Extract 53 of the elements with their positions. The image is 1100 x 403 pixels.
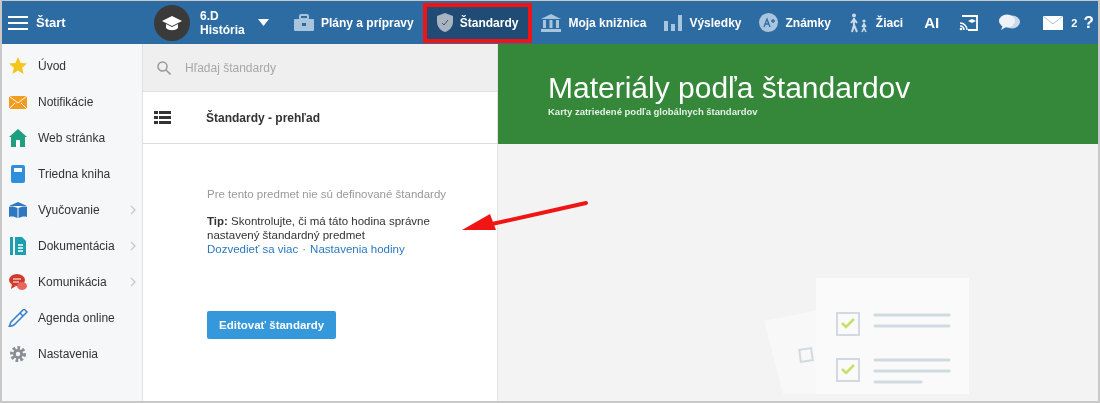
- sidebar-item[interactable]: Agenda online: [2, 300, 142, 336]
- briefcase-icon: [294, 13, 314, 32]
- star-icon: [8, 57, 28, 75]
- empty-message: Pre tento predmet nie sú definované štandardy: [207, 188, 448, 200]
- overview-item[interactable]: Štandardy - prehľad: [143, 92, 497, 144]
- tip-text: Tip: Skontrolujte, či má táto hodina správne nastavený štandardný predmet: [207, 214, 431, 242]
- sidebar-item[interactable]: Dokumentácia: [2, 228, 142, 264]
- nav-tab[interactable]: Žiaci: [839, 1, 913, 44]
- shield-check-icon: [436, 13, 453, 32]
- envelope-icon: [8, 95, 28, 109]
- graduation-cap-icon[interactable]: [154, 4, 190, 41]
- sidebar-item[interactable]: Notifikácie: [2, 84, 142, 120]
- bar-chart-icon: [664, 14, 683, 31]
- link-separator: ·: [302, 242, 307, 256]
- grade-badge-icon: [759, 13, 779, 32]
- walking-children-icon: [848, 12, 869, 33]
- search-icon: [157, 60, 171, 75]
- sidebar-item[interactable]: Úvod: [2, 48, 142, 84]
- caret-icon[interactable]: [258, 19, 269, 26]
- ai-link[interactable]: AI: [924, 14, 940, 31]
- columns-building-icon: [541, 13, 562, 32]
- help-link[interactable]: Dozvedieť sa viac: [207, 242, 299, 256]
- edit-standards-button[interactable]: Editovať štandardy: [207, 311, 337, 339]
- materials-subtitle: Karty zatriedené podľa globálnych štandardov: [548, 106, 759, 117]
- mail-count: 2: [1071, 16, 1078, 29]
- house-icon: [8, 129, 28, 147]
- pen-icon: [8, 309, 28, 327]
- home-link[interactable]: Štart: [36, 15, 66, 30]
- cast-screen-icon[interactable]: [959, 14, 980, 31]
- nav-tab[interactable]: Štandardy: [422, 2, 533, 43]
- help-link[interactable]: ?: [1083, 12, 1094, 33]
- materials-title: Materiály podľa štandardov: [548, 72, 912, 104]
- sidebar-item[interactable]: Triedna kniha: [2, 156, 142, 192]
- settings-icon: [8, 345, 28, 363]
- sidebar-item[interactable]: Vyučovanie: [2, 192, 142, 228]
- nav-tab[interactable]: Moja knižnica: [532, 1, 656, 44]
- chat-bubbles-icon: [8, 273, 28, 291]
- lesson-settings-link[interactable]: Nastavenia hodiny: [310, 242, 405, 256]
- document-icon: [8, 237, 28, 255]
- open-book-icon: [8, 202, 28, 218]
- sidebar-item[interactable]: Web stránka: [2, 120, 142, 156]
- nav-tab[interactable]: Plány a prípravy: [285, 1, 423, 44]
- search-input[interactable]: Hľadaj štandardy: [183, 59, 437, 76]
- sidebar-item[interactable]: Nastavenia: [2, 336, 142, 372]
- class-selector[interactable]: 6.D História: [200, 8, 248, 37]
- sidebar-item[interactable]: Komunikácia: [2, 264, 142, 300]
- nav-tab[interactable]: Známky: [750, 1, 840, 44]
- envelope-icon[interactable]: [1043, 15, 1064, 30]
- menu-icon[interactable]: [8, 14, 28, 31]
- nav-tab[interactable]: Výsledky: [655, 1, 751, 44]
- chat-bubbles-icon[interactable]: [999, 13, 1022, 32]
- notebook-icon: [8, 165, 28, 183]
- list-icon: [154, 111, 171, 124]
